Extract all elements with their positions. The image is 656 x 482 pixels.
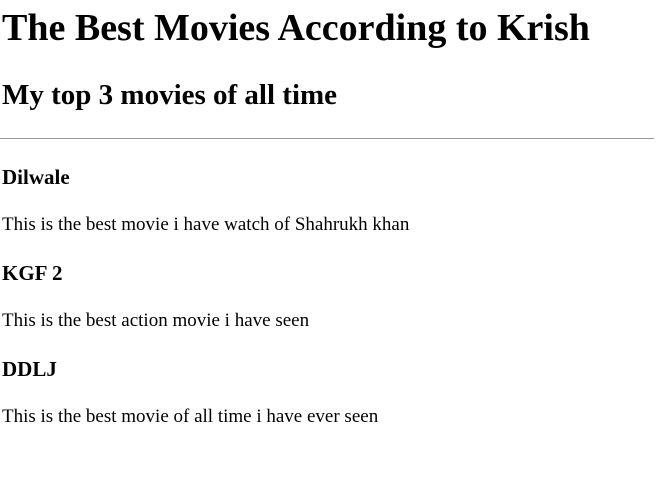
- movie-description-dilwale: This is the best movie i have watch of S…: [2, 214, 410, 235]
- page-content: The Best Movies According to Krish My to…: [0, 0, 656, 429]
- movie-description-kgf-2: This is the best action movie i have see…: [2, 310, 310, 331]
- movie-title-dilwale: Dilwale: [2, 165, 70, 189]
- movie-title-ddlj: DDLJ: [2, 357, 57, 381]
- movie-title-kgf-2: KGF 2: [2, 261, 63, 285]
- page-title: The Best Movies According to Krish: [2, 7, 590, 49]
- divider: [0, 138, 654, 139]
- movie-description-ddlj: This is the best movie of all time i hav…: [2, 406, 379, 427]
- page-subtitle: My top 3 movies of all time: [2, 79, 338, 111]
